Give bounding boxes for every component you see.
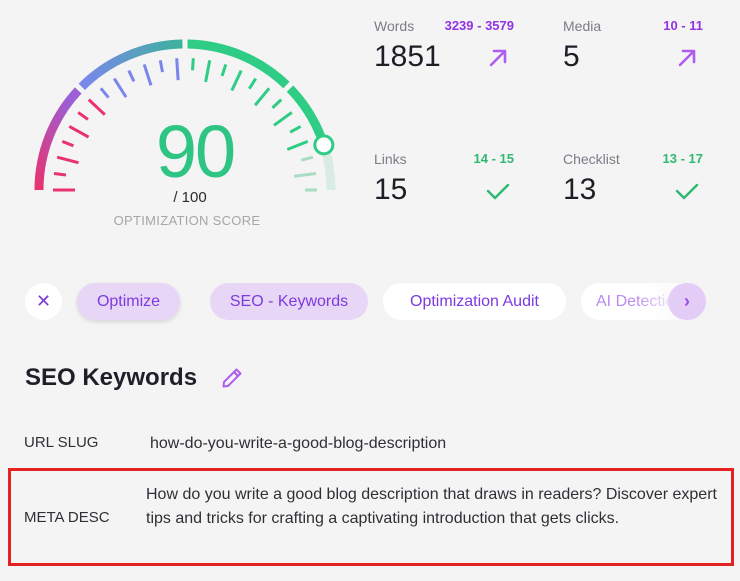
gauge-tick [230,69,243,92]
url-slug-value[interactable]: how-do-you-write-a-good-blog-description [150,432,446,456]
metric-value: 5 [563,40,580,73]
check-icon [675,183,699,200]
tab-seo-keywords[interactable]: SEO - Keywords [210,283,368,320]
metric-words: Words 3239 - 3579 1851 [374,18,514,88]
close-button[interactable]: ✕ [25,283,62,320]
metric-label: Words [374,18,415,34]
arrow-up-right-icon [489,49,507,67]
metric-range: 13 - 17 [662,151,703,166]
gauge-tick [113,77,128,98]
metric-range: 3239 - 3579 [444,18,514,33]
optimization-gauge: 90 / 100 OPTIMIZATION SCORE [0,0,370,250]
score-max: / 100 [173,189,207,206]
gauge-tick [204,60,212,83]
metric-value: 13 [563,173,597,206]
gauge-tick [286,140,309,151]
gauge-tick [175,58,180,81]
metric-label: Media [563,18,602,34]
tab-optimization-audit[interactable]: Optimization Audit [383,283,566,320]
gauge-tick [220,63,228,77]
meta-desc-value[interactable]: How do you write a good blog description… [146,483,721,531]
gauge-tick [77,111,89,121]
metric-label: Links [374,151,407,167]
gauge-tick [191,58,195,71]
tab-chips: ✕ Optimize SEO - Keywords Optimization A… [0,283,740,321]
chevron-right-icon: › [684,291,690,311]
metric-value: 1851 [374,40,441,73]
pencil-icon[interactable] [220,366,244,390]
gauge-tick [127,69,136,83]
metric-links: Links 14 - 15 15 [374,151,514,221]
meta-desc-row: META DESC How do you write a good blog d… [8,468,734,566]
gauge-tick [293,171,317,178]
gauge-tick [300,155,314,162]
section-title: SEO Keywords [25,364,198,391]
gauge-tick [56,155,79,165]
gauge-tick [99,87,110,99]
gauge-tick [158,60,164,73]
metric-value: 15 [374,173,408,206]
tab-optimize[interactable]: Optimize [77,283,180,320]
close-icon: ✕ [35,291,52,311]
metric-label: Checklist [563,151,620,167]
gauge-tick [61,140,74,148]
metric-range: 14 - 15 [473,151,514,166]
scroll-right-button[interactable]: › [668,283,706,320]
metric-range: 10 - 11 [663,18,703,33]
gauge-tick [253,87,271,107]
meta-desc-label: META DESC [24,509,110,526]
gauge-knob [313,134,335,156]
arrow-up-right-icon [678,49,696,67]
url-slug-label: URL SLUG [24,434,99,451]
gauge-tick [289,125,302,134]
check-icon [486,183,510,200]
gauge-tick [53,171,67,177]
metric-media: Media 10 - 11 5 [563,18,703,88]
url-slug-row: URL SLUG how-do-you-write-a-good-blog-de… [8,432,734,458]
score-value: 90 [155,110,236,193]
gauge-tick [142,63,153,86]
gauge-tick [273,111,293,127]
gauge-tick [68,125,90,139]
gauge-tick [248,77,257,90]
metric-checklist: Checklist 13 - 17 13 [563,151,703,221]
score-label: OPTIMIZATION SCORE [113,213,261,228]
gauge-tick [87,98,106,116]
gauge-tick [271,98,283,109]
